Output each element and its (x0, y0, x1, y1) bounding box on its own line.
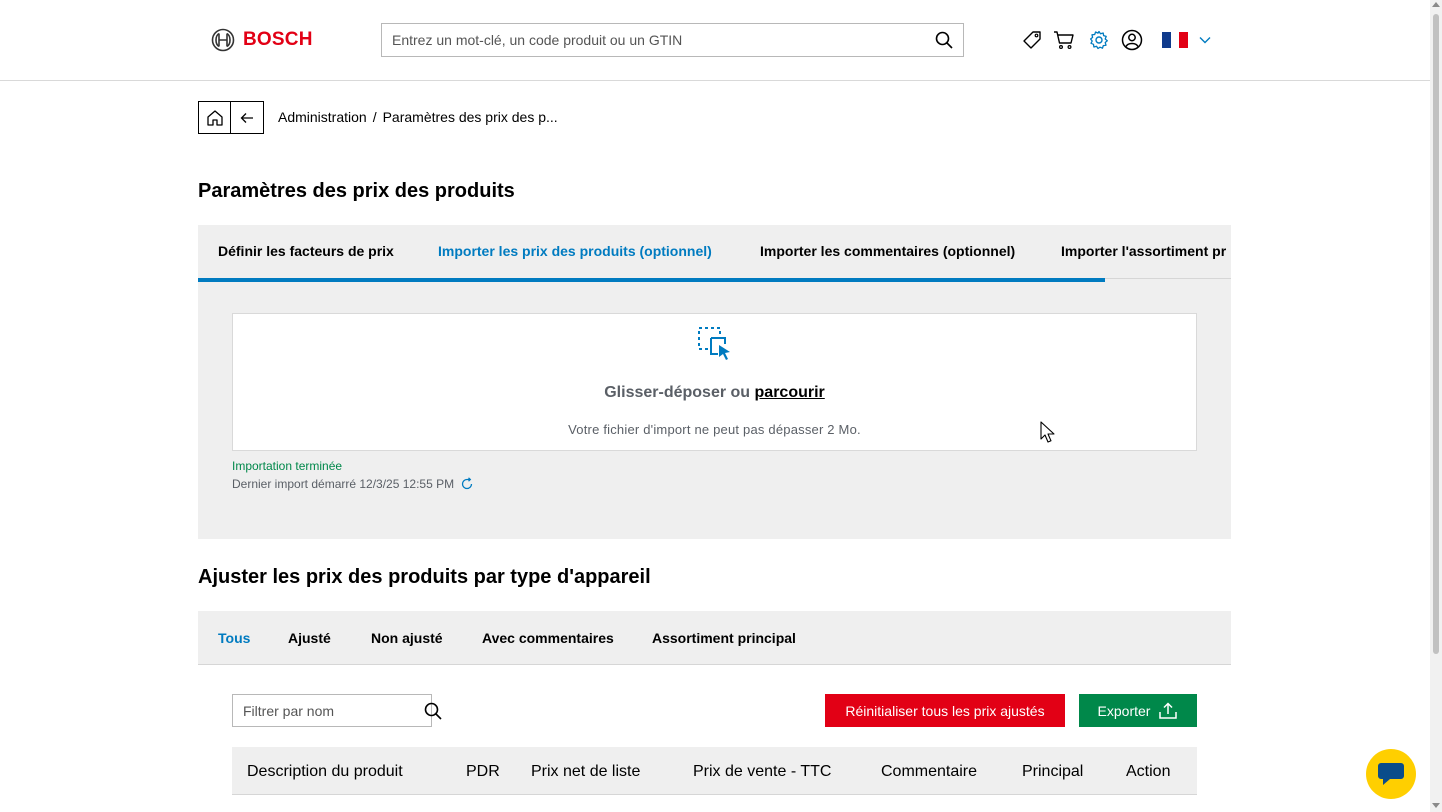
column-header-action: Action (1126, 763, 1171, 780)
column-header-description[interactable]: Description du produit (247, 763, 403, 781)
tab-active-indicator (198, 278, 1105, 282)
filter-by-name-input[interactable] (233, 695, 424, 726)
breadcrumb: Administration / Paramètres des prix des… (278, 109, 558, 125)
name-filter (232, 694, 442, 727)
brand-name: BOSCH (243, 29, 313, 50)
price-settings-panel: Définir les facteurs de prix Importer le… (198, 225, 1231, 539)
breadcrumb-item-administration[interactable]: Administration (278, 109, 367, 125)
filter-tab-not-adjusted[interactable]: Non ajusté (371, 630, 443, 646)
mouse-cursor-icon (1040, 421, 1055, 443)
cart-button[interactable] (1053, 29, 1075, 51)
breadcrumb-separator: / (372, 109, 377, 125)
search-icon (424, 702, 442, 720)
back-button[interactable] (230, 101, 264, 134)
chevron-down-icon[interactable] (1198, 33, 1212, 47)
export-button[interactable]: Exporter (1079, 694, 1197, 727)
filter-tab-main-assortment[interactable]: Assortiment principal (652, 630, 796, 646)
search-input[interactable] (382, 24, 925, 56)
reset-button-label: Réinitialiser tous les prix ajustés (845, 702, 1045, 719)
reset-adjusted-prices-button[interactable]: Réinitialiser tous les prix ajustés (825, 694, 1065, 727)
column-header-list-price[interactable]: Prix net de liste (531, 763, 640, 781)
filter-tab-with-comments[interactable]: Avec commentaires (482, 630, 614, 646)
last-import-info: Dernier import démarré 12/3/25 12:55 PM (232, 477, 474, 491)
refresh-icon[interactable] (460, 477, 474, 491)
tab-import-assortment[interactable]: Importer l'assortiment pr (1061, 243, 1226, 259)
drag-drop-icon (698, 327, 730, 360)
column-header-comment[interactable]: Commentaire (881, 763, 977, 781)
tab-import-comments[interactable]: Importer les commentaires (optionnel) (760, 243, 1015, 259)
import-status: Importation terminée (232, 459, 343, 473)
column-header-main[interactable]: Principal (1022, 763, 1083, 781)
account-button[interactable] (1121, 29, 1143, 51)
france-flag-icon[interactable] (1162, 32, 1189, 48)
scroll-down-arrow-icon[interactable] (1432, 803, 1440, 808)
filter-tab-bar: Tous Ajusté Non ajusté Avec commentaires… (198, 611, 1231, 665)
chat-button[interactable] (1366, 749, 1416, 799)
filter-tab-all[interactable]: Tous (218, 630, 250, 646)
filter-search-button[interactable] (424, 695, 442, 726)
breadcrumb-item-current: Paramètres des prix des p... (382, 109, 558, 125)
home-icon (206, 109, 223, 126)
chat-icon (1378, 763, 1404, 785)
scroll-thumb[interactable] (1433, 14, 1439, 654)
upload-icon (1159, 701, 1178, 719)
page-scrollbar[interactable] (1430, 0, 1442, 812)
last-import-text: Dernier import démarré 12/3/25 12:55 PM (232, 477, 455, 491)
bosch-logo[interactable]: BOSCH (211, 28, 313, 52)
filter-tab-adjusted[interactable]: Ajusté (288, 630, 331, 646)
home-button[interactable] (198, 101, 231, 134)
tab-bar: Définir les facteurs de prix Importer le… (198, 225, 1231, 282)
column-header-pdr[interactable]: PDR (466, 763, 500, 781)
search-bar (381, 23, 964, 57)
arrow-left-icon (240, 112, 253, 123)
gear-icon (1089, 30, 1108, 50)
cart-icon (1054, 31, 1074, 50)
column-header-sale-price[interactable]: Prix de vente - TTC (693, 763, 831, 781)
section-title: Ajuster les prix des produits par type d… (198, 566, 651, 588)
bosch-armature-icon (211, 28, 235, 52)
tag-icon (1023, 31, 1041, 49)
dropzone-instruction: Glisser-déposer ou parcourir (233, 384, 1196, 402)
user-icon (1121, 29, 1143, 51)
tab-define-price-factors[interactable]: Définir les facteurs de prix (218, 243, 394, 259)
table-header: Description du produit PDR Prix net de l… (232, 747, 1197, 795)
site-header: BOSCH (0, 0, 1430, 81)
scroll-up-arrow-icon[interactable] (1432, 2, 1440, 7)
search-button[interactable] (925, 24, 963, 56)
browse-link[interactable]: parcourir (755, 384, 825, 401)
tab-import-product-prices[interactable]: Importer les prix des produits (optionne… (438, 243, 712, 259)
price-tag-button[interactable] (1021, 29, 1043, 51)
settings-button[interactable] (1088, 29, 1110, 51)
drag-drop-text: Glisser-déposer ou (604, 384, 751, 401)
export-button-label: Exporter (1097, 702, 1151, 719)
page-title: Paramètres des prix des produits (198, 180, 515, 202)
search-icon (935, 31, 953, 49)
